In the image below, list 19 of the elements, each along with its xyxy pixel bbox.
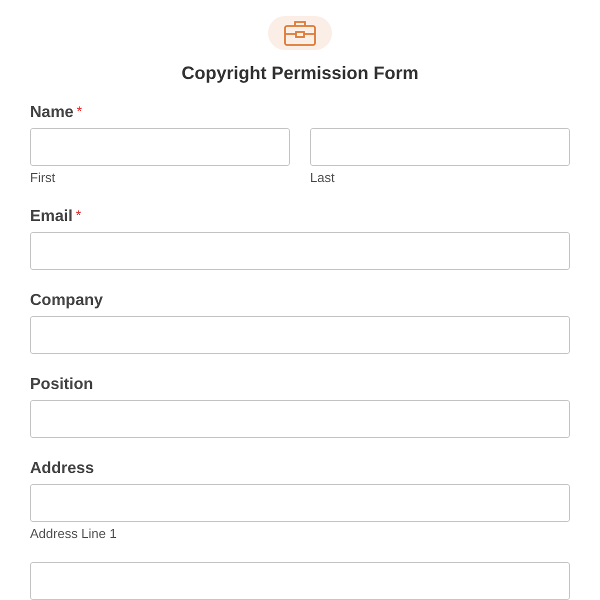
- input-field[interactable]: [30, 316, 570, 354]
- sublabel: Last: [310, 170, 336, 186]
- input-field[interactable]: [30, 484, 570, 522]
- sublabel: Address Line 1: [30, 526, 118, 542]
- briefcase-icon: [283, 19, 317, 47]
- field-label: Company: [30, 291, 103, 311]
- input-field[interactable]: [310, 128, 570, 166]
- required-mark: *: [76, 102, 82, 120]
- input-field[interactable]: [30, 400, 570, 438]
- field-label: Address: [30, 459, 94, 479]
- required-mark: *: [76, 206, 82, 224]
- input-field[interactable]: [30, 128, 290, 166]
- sublabel: First: [30, 170, 56, 186]
- field-label: Position: [30, 375, 94, 395]
- input-field[interactable]: [30, 562, 570, 600]
- form-title: Copyright Permission Form: [181, 62, 419, 85]
- field-label: Email: [30, 207, 73, 227]
- input-field[interactable]: [30, 232, 570, 270]
- field-label: Name: [30, 103, 74, 123]
